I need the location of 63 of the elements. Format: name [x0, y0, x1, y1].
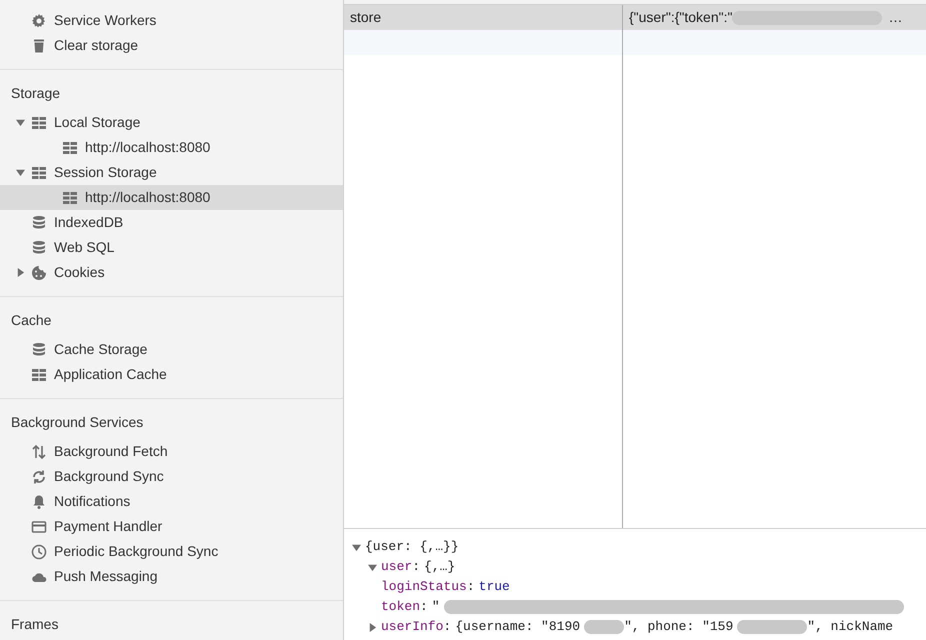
expanded-arrow-icon[interactable] — [352, 542, 361, 552]
table-icon — [31, 366, 47, 382]
card-icon — [31, 518, 47, 534]
redaction-blur — [737, 620, 808, 634]
colon: : — [420, 598, 428, 616]
redaction-blur — [584, 620, 624, 634]
sidebar-item[interactable]: http://localhost:8080 — [0, 185, 343, 210]
sidebar-item[interactable]: Payment Handler — [0, 514, 343, 539]
section-heading: Background Services — [10, 413, 144, 432]
section-heading: Storage — [10, 84, 62, 103]
property-key: token — [381, 597, 420, 617]
ellipsis: … — [888, 8, 902, 27]
database-icon — [31, 342, 47, 358]
clock-icon — [31, 544, 47, 560]
property-value: true — [478, 578, 510, 596]
sidebar-item[interactable]: Service Workers — [0, 8, 343, 33]
property-value: {username: "8190 — [455, 618, 580, 636]
sidebar-item[interactable]: Periodic Background Sync — [0, 539, 343, 564]
colon: : — [466, 578, 475, 596]
property-value: ", phone: "159 — [624, 618, 734, 636]
sidebar-item[interactable]: Cache Storage — [0, 337, 343, 362]
table-icon — [62, 190, 78, 206]
up-down-arrows-icon — [31, 444, 47, 460]
property-key: user — [381, 557, 412, 577]
expanded-arrow-icon[interactable] — [368, 562, 377, 572]
sidebar-item[interactable]: Background Fetch — [0, 439, 343, 464]
property-value: ", nickName — [807, 618, 894, 636]
gear-icon — [31, 12, 47, 28]
object-summary: {,…} — [424, 558, 456, 576]
section-heading: Frames — [10, 615, 60, 634]
sidebar-item[interactable]: Session Storage — [0, 160, 343, 185]
property-key: loginStatus — [381, 577, 467, 597]
database-icon — [31, 214, 47, 230]
expanded-arrow-icon[interactable] — [16, 168, 25, 177]
trash-icon — [31, 38, 47, 54]
colon: : — [443, 618, 452, 636]
table-icon — [31, 114, 47, 130]
object-summary: {user: {,…}} — [365, 538, 459, 556]
sidebar-item[interactable]: Push Messaging — [0, 564, 343, 589]
property-value: " — [432, 598, 440, 616]
sidebar-item[interactable]: http://localhost:8080 — [0, 135, 343, 160]
database-icon — [31, 240, 47, 256]
colon: : — [412, 558, 420, 576]
collapsed-arrow-icon[interactable] — [368, 622, 377, 632]
table-row[interactable]: store {"user":{"token":" … — [344, 5, 926, 30]
sidebar-item[interactable]: Web SQL — [0, 235, 343, 260]
sidebar-item[interactable]: Local Storage — [0, 110, 343, 135]
section-heading: Cache — [10, 311, 52, 330]
sidebar-item[interactable]: Notifications — [0, 489, 343, 514]
value-text: {"user":{"token":" — [629, 8, 732, 27]
property-key: userInfo — [381, 617, 444, 637]
sidebar-item[interactable]: Application Cache — [0, 362, 343, 387]
sidebar-item[interactable]: Clear storage — [0, 33, 343, 58]
sidebar-item[interactable]: Background Sync — [0, 464, 343, 489]
cookie-icon — [31, 264, 47, 280]
bell-icon — [31, 494, 47, 510]
sync-icon — [31, 468, 47, 484]
sidebar-item[interactable]: IndexedDB — [0, 210, 343, 235]
expanded-arrow-icon[interactable] — [16, 118, 25, 127]
table-icon — [62, 140, 78, 156]
collapsed-arrow-icon[interactable] — [16, 268, 25, 277]
table-icon — [31, 164, 47, 180]
sidebar-item[interactable]: Cookies — [0, 260, 343, 285]
